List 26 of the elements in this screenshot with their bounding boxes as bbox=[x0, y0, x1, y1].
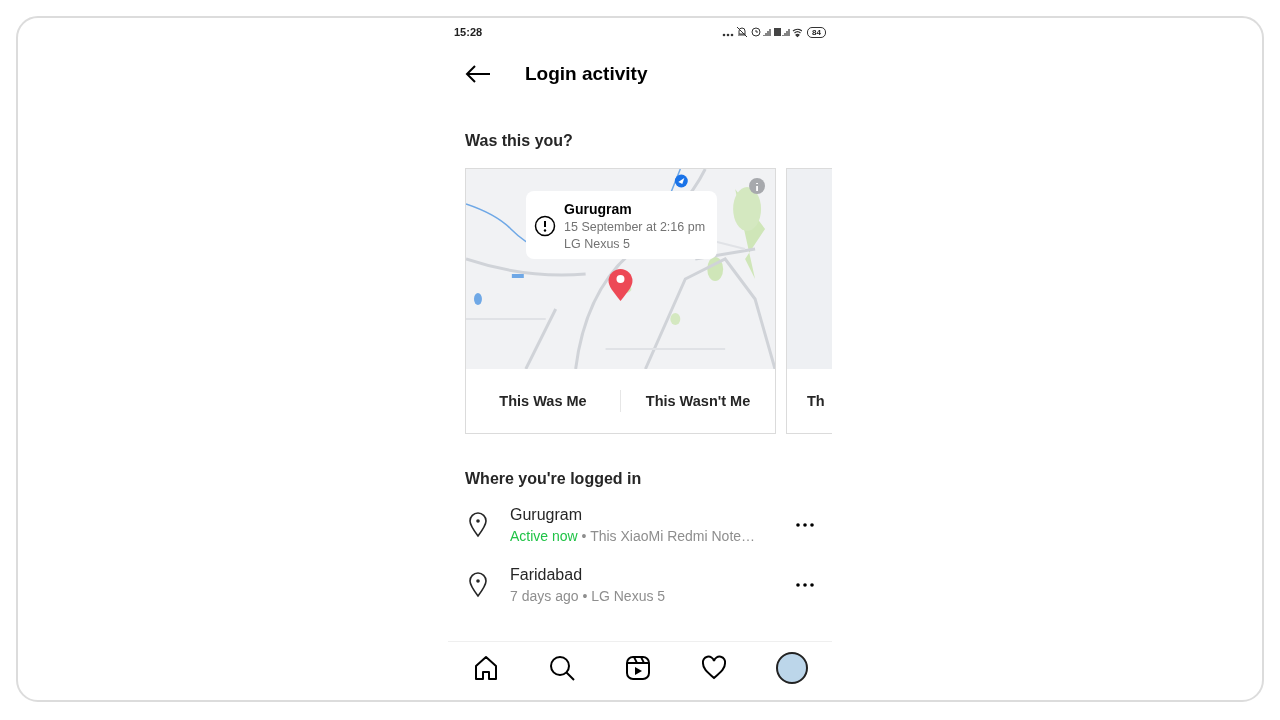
heart-icon[interactable] bbox=[700, 654, 728, 682]
confirm-button[interactable]: Th bbox=[787, 369, 832, 433]
video-reel-icon[interactable] bbox=[624, 654, 652, 682]
alert-icon bbox=[534, 215, 556, 237]
section-heading: Was this you? bbox=[464, 132, 574, 150]
back-arrow-icon[interactable] bbox=[465, 64, 491, 84]
confirm-button[interactable]: This Was Me bbox=[466, 369, 620, 433]
tooltip-time: 15 September at 2:16 pm bbox=[564, 220, 706, 234]
session-detail: Active now • This XiaoMi Redmi Note… bbox=[510, 528, 757, 544]
tooltip-device: LG Nexus 5 bbox=[564, 237, 631, 251]
status-time: 15:28 bbox=[454, 26, 483, 38]
location-pin-icon bbox=[468, 572, 488, 598]
session-detail: 7 days ago • LG Nexus 5 bbox=[510, 588, 667, 604]
more-options-icon[interactable] bbox=[795, 520, 815, 530]
profile-avatar[interactable] bbox=[776, 652, 808, 684]
location-pin-icon bbox=[468, 512, 488, 538]
session-city: Faridabad bbox=[510, 566, 584, 584]
battery-level: 84 bbox=[807, 26, 826, 38]
home-icon[interactable] bbox=[472, 654, 500, 682]
search-icon[interactable] bbox=[548, 654, 576, 682]
confirm-button[interactable]: This Wasn't Me bbox=[621, 369, 775, 433]
section-heading: Where you're logged in bbox=[464, 470, 643, 488]
more-options-icon[interactable] bbox=[795, 580, 815, 590]
tooltip-city: Gurugram bbox=[564, 201, 633, 217]
page-title: Login activity bbox=[525, 63, 648, 85]
session-city: Gurugram bbox=[510, 506, 584, 524]
